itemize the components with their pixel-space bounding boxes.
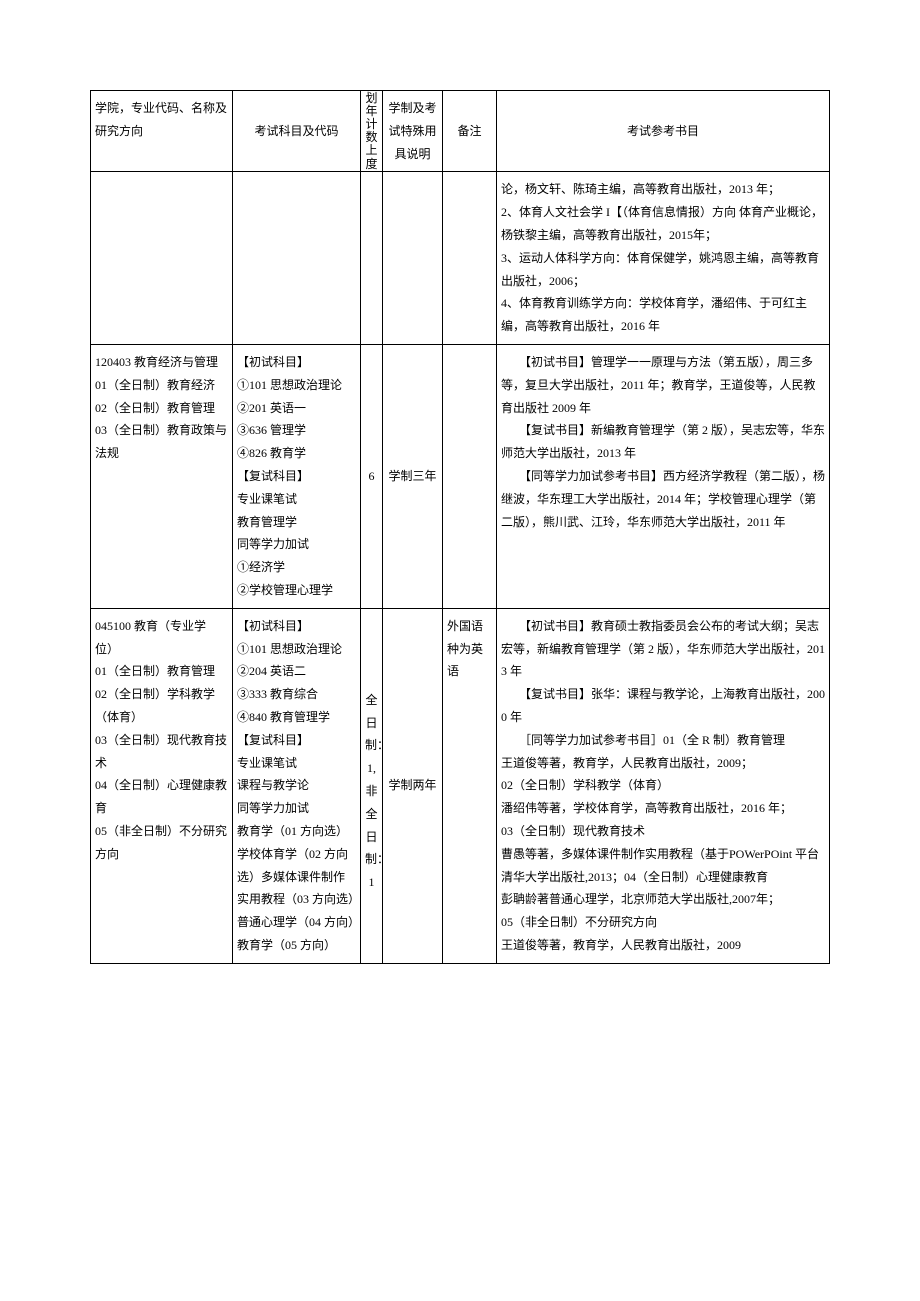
table-row: 论，杨文轩、陈琦主编，高等教育出版社，2013 年；2、体育人文社会学 I【（体… bbox=[91, 172, 830, 345]
header-col-notes: 备注 bbox=[443, 91, 497, 172]
header-row: 学院，专业代码、名称及研究方向 考试科目及代码 划年计数上度 学制及考试特殊用具… bbox=[91, 91, 830, 172]
cell-books: 【初试书目】教育硕士教指委员会公布的考试大纲；吴志宏等，新编教育管理学（第 2 … bbox=[497, 608, 830, 963]
cell-count bbox=[361, 172, 383, 345]
cell-subjects: 【初试科目】①101 思想政治理论②204 英语二③333 教育综合④840 教… bbox=[233, 608, 361, 963]
cell-duration: 学制两年 bbox=[383, 608, 443, 963]
cell-subjects: 【初试科目】①101 思想政治理论②201 英语一③636 管理学④826 教育… bbox=[233, 344, 361, 608]
table-row: 120403 教育经济与管理01（全日制）教育经济02（全日制）教育管理03（全… bbox=[91, 344, 830, 608]
cell-program: 045100 教育（专业学位）01（全日制）教育管理02（全日制）学科教学（体育… bbox=[91, 608, 233, 963]
cell-books: 论，杨文轩、陈琦主编，高等教育出版社，2013 年；2、体育人文社会学 I【（体… bbox=[497, 172, 830, 345]
table-row: 045100 教育（专业学位）01（全日制）教育管理02（全日制）学科教学（体育… bbox=[91, 608, 830, 963]
header-col-duration: 学制及考试特殊用具说明 bbox=[383, 91, 443, 172]
cell-notes: 外国语种为英语 bbox=[443, 608, 497, 963]
cell-program bbox=[91, 172, 233, 345]
header-col-subjects: 考试科目及代码 bbox=[233, 91, 361, 172]
cell-books: 【初试书目】管理学一一原理与方法（第五版），周三多等，复旦大学出版社，2011 … bbox=[497, 344, 830, 608]
cell-notes bbox=[443, 344, 497, 608]
header-col-count: 划年计数上度 bbox=[361, 91, 383, 172]
header-col-books: 考试参考书目 bbox=[497, 91, 830, 172]
cell-count: 全日制：1, 非全日制：1 bbox=[361, 608, 383, 963]
header-col-program: 学院，专业代码、名称及研究方向 bbox=[91, 91, 233, 172]
cell-program: 120403 教育经济与管理01（全日制）教育经济02（全日制）教育管理03（全… bbox=[91, 344, 233, 608]
cell-duration: 学制三年 bbox=[383, 344, 443, 608]
cell-count: 6 bbox=[361, 344, 383, 608]
cell-notes bbox=[443, 172, 497, 345]
catalog-table: 学院，专业代码、名称及研究方向 考试科目及代码 划年计数上度 学制及考试特殊用具… bbox=[90, 90, 830, 964]
cell-subjects bbox=[233, 172, 361, 345]
cell-duration bbox=[383, 172, 443, 345]
document-page: 学院，专业代码、名称及研究方向 考试科目及代码 划年计数上度 学制及考试特殊用具… bbox=[0, 0, 920, 1024]
